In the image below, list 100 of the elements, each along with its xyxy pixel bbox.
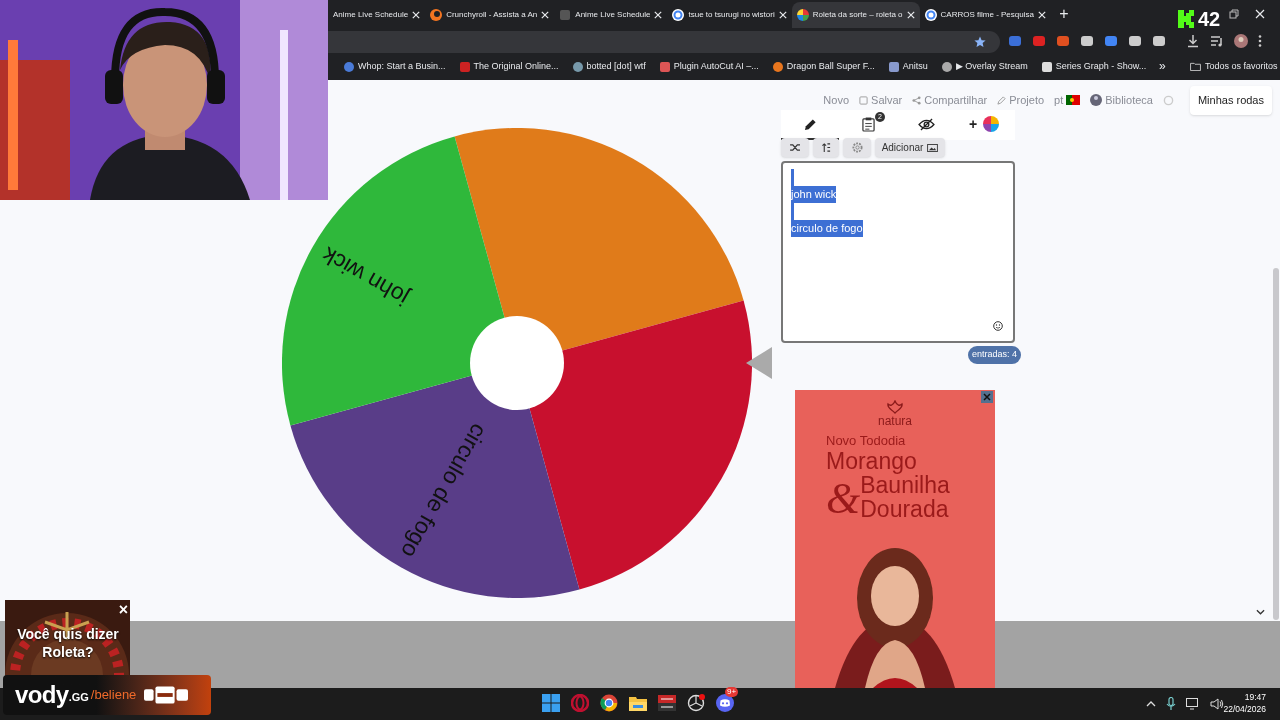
google-icon xyxy=(924,9,937,21)
brand-name: natura xyxy=(878,414,912,428)
extension-icon[interactable] xyxy=(1152,34,1166,48)
extension-icon[interactable] xyxy=(1128,34,1142,48)
tab-icon xyxy=(796,9,809,21)
sort-icon xyxy=(821,143,831,152)
logo-text: vody xyxy=(15,683,69,707)
bookmark-icon xyxy=(888,62,899,72)
browser-tab[interactable]: Crunchyroll - Assista a An xyxy=(425,2,555,28)
settings-icon xyxy=(851,142,863,153)
close-icon[interactable] xyxy=(778,11,787,19)
selection-highlight xyxy=(791,169,794,186)
bookmark-icon xyxy=(572,62,583,72)
ampersand: & xyxy=(826,477,861,521)
bookmark[interactable]: Dragon Ball Super F... xyxy=(772,60,875,74)
bookmark[interactable]: ▶ Overlay Stream xyxy=(941,60,1028,74)
media-icon[interactable] xyxy=(1210,34,1224,48)
folder-icon xyxy=(1190,62,1201,72)
library-icon xyxy=(1090,94,1103,107)
close-icon[interactable] xyxy=(412,11,421,19)
logo-icon xyxy=(1178,10,1194,28)
image-icon xyxy=(927,143,939,152)
close-icon[interactable] xyxy=(1037,11,1046,19)
google-icon xyxy=(672,9,685,21)
recording-icon[interactable] xyxy=(687,694,705,712)
extension-icon[interactable] xyxy=(1104,34,1118,48)
bookmark[interactable]: Anitsu xyxy=(888,60,928,74)
color-wheel-icon xyxy=(983,116,1000,132)
browser-icon[interactable] xyxy=(600,694,618,712)
browser-tab[interactable]: Anime Live Schedule xyxy=(554,2,668,28)
extension-icon[interactable] xyxy=(1056,34,1070,48)
entries-textarea[interactable]: john wick circulo de fogo xyxy=(781,161,1015,343)
browser-tab[interactable]: CARROS filme - Pesquisa xyxy=(919,2,1051,28)
chevron-down-icon[interactable] xyxy=(1256,609,1265,615)
bookmark-icon xyxy=(941,62,952,72)
notification-badge: 9+ xyxy=(725,687,739,697)
browser-tab[interactable]: tsue to tsurugi no wistori xyxy=(667,2,792,28)
sort-button[interactable] xyxy=(813,138,839,157)
tab-icon xyxy=(430,9,443,21)
share-icon xyxy=(912,95,922,105)
close-icon[interactable] xyxy=(541,11,550,19)
close-icon[interactable] xyxy=(1255,9,1265,19)
flower-logo-icon xyxy=(885,400,905,414)
bookmark[interactable]: botted [dot] wtf xyxy=(572,60,646,74)
ad-headline: Baunilha xyxy=(860,473,950,497)
extension-icon[interactable] xyxy=(1080,34,1094,48)
bookmark[interactable]: Plugin AutoCut AI –... xyxy=(659,60,759,74)
chat-icon[interactable] xyxy=(716,694,734,712)
bookmark[interactable]: Series Graph - Show... xyxy=(1041,60,1147,74)
bookmark-icon xyxy=(1041,62,1052,72)
menu-icon[interactable] xyxy=(1258,34,1262,48)
streamer-handle: /beliene xyxy=(90,686,137,705)
folder-icon[interactable] xyxy=(629,695,647,711)
volume-icon[interactable] xyxy=(1210,698,1224,710)
bookmarks-folder[interactable]: Todos os favoritos xyxy=(1190,60,1278,74)
close-icon[interactable] xyxy=(654,11,663,19)
slice-label: john wick xyxy=(317,242,413,312)
ad-text: Novo Tododia xyxy=(826,433,907,449)
bookmark[interactable]: Whop: Start a Busin... xyxy=(344,60,446,74)
shuffle-icon xyxy=(789,143,801,152)
scrollbar-thumb[interactable] xyxy=(1273,268,1279,620)
new-tab-button[interactable]: + xyxy=(1054,2,1073,26)
emoji-icon[interactable] xyxy=(993,321,1003,331)
my-wheels-button[interactable]: Minhas rodas xyxy=(1189,86,1272,115)
bookmark[interactable]: The Original Online... xyxy=(459,60,559,74)
selection-highlight xyxy=(791,203,794,220)
close-icon[interactable] xyxy=(906,11,915,19)
viewer-count: 42 xyxy=(1198,7,1221,32)
hidden-eye-icon xyxy=(917,117,935,131)
browser-tab[interactable]: Anime Live Schedule xyxy=(328,2,426,28)
avatar-icon[interactable] xyxy=(1234,34,1248,48)
restore-icon[interactable] xyxy=(1229,9,1239,19)
network-icon[interactable] xyxy=(1186,698,1200,710)
clock[interactable]: 19:47 22/04/2026 xyxy=(1223,691,1266,715)
add-image-button[interactable]: Adicionar xyxy=(875,138,945,157)
app-icon[interactable] xyxy=(658,695,676,711)
star-icon[interactable] xyxy=(974,36,986,48)
download-icon[interactable] xyxy=(1186,34,1200,48)
pencil-icon xyxy=(803,117,817,131)
overlay-prompt: Você quis dizer Roleta? xyxy=(16,625,120,661)
pencil-icon xyxy=(997,95,1007,105)
browser-tab[interactable]: Roleta da sorte – roleta o xyxy=(791,2,920,28)
save-icon xyxy=(859,95,869,105)
microphone-icon[interactable] xyxy=(1166,697,1176,711)
flag-icon xyxy=(1066,95,1081,106)
bookmark-icon xyxy=(659,62,670,72)
ad-headline: Dourada xyxy=(860,497,950,521)
shuffle-button[interactable] xyxy=(781,138,809,157)
editor-tab[interactable]: + xyxy=(955,110,1013,140)
bookmark-icon xyxy=(344,62,354,72)
close-button[interactable]: × xyxy=(118,600,128,622)
chevron-up-icon[interactable] xyxy=(1146,701,1156,707)
tab-icon xyxy=(559,9,572,21)
bookmark-icon xyxy=(772,62,783,72)
logo-suffix: .GG xyxy=(68,690,89,703)
logo-icon xyxy=(144,686,189,704)
more-bookmarks-button[interactable]: » xyxy=(1159,58,1166,74)
entry-count-badge: entradas: 4 xyxy=(968,346,1022,364)
start-icon[interactable] xyxy=(542,694,560,712)
bookmark-icon xyxy=(459,62,470,72)
